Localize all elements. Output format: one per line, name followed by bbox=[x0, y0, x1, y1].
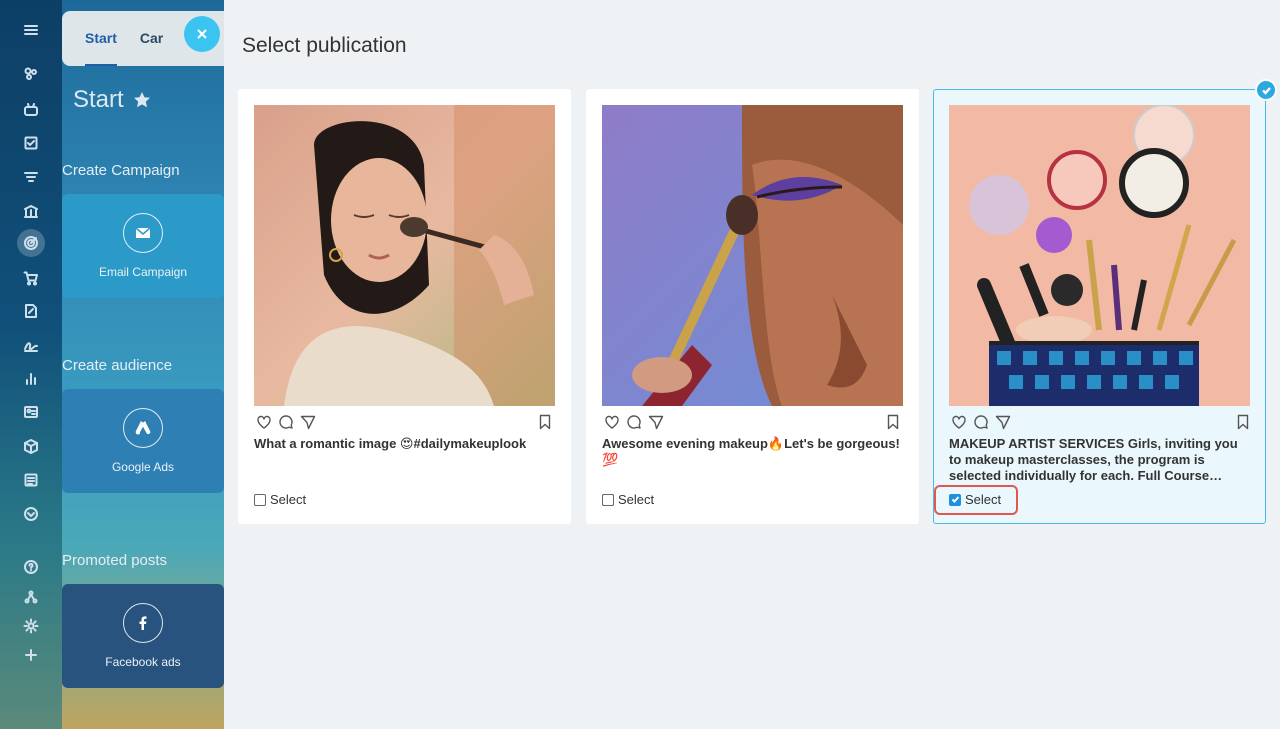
bookmark-icon[interactable] bbox=[537, 414, 553, 430]
comment-icon[interactable] bbox=[626, 414, 642, 430]
dashboard-icon[interactable] bbox=[17, 60, 45, 88]
target-icon[interactable] bbox=[17, 229, 45, 257]
edit-doc-icon[interactable] bbox=[17, 297, 45, 325]
share-icon[interactable] bbox=[995, 414, 1011, 430]
post-actions bbox=[950, 414, 1251, 432]
post-image bbox=[254, 105, 555, 406]
tab-start[interactable]: Start bbox=[62, 11, 117, 66]
post-image bbox=[602, 105, 903, 406]
facebook-icon-circle bbox=[123, 603, 163, 643]
add-icon[interactable] bbox=[17, 641, 45, 669]
bookmark-icon[interactable] bbox=[885, 414, 901, 430]
tasks-icon[interactable] bbox=[17, 129, 45, 157]
heart-icon[interactable] bbox=[951, 414, 967, 430]
left-navigation-rail bbox=[0, 0, 62, 729]
google-ads-icon bbox=[135, 421, 151, 435]
post-caption: MAKEUP ARTIST SERVICES Girls, inviting y… bbox=[949, 436, 1238, 483]
post-image bbox=[949, 105, 1250, 406]
comment-icon[interactable] bbox=[973, 414, 989, 430]
section-label-campaign: Create Campaign bbox=[62, 162, 180, 179]
network-icon[interactable] bbox=[17, 583, 45, 611]
heart-icon[interactable] bbox=[256, 414, 272, 430]
post-actions bbox=[602, 414, 903, 432]
publication-card[interactable]: Awesome evening makeup🔥Let's be gorgeous… bbox=[586, 89, 919, 524]
google-ads-icon-circle bbox=[123, 408, 163, 448]
tile-label: Email Campaign bbox=[98, 265, 188, 279]
post-caption: What a romantic image 😍#dailymakeuplook bbox=[254, 436, 527, 451]
check-icon bbox=[1261, 86, 1271, 95]
settings-icon[interactable] bbox=[17, 612, 45, 640]
box-icon[interactable] bbox=[17, 432, 45, 460]
share-icon[interactable] bbox=[648, 414, 664, 430]
checklist-icon[interactable] bbox=[17, 466, 45, 494]
contact-card-icon[interactable] bbox=[17, 398, 45, 426]
more-icon[interactable] bbox=[17, 500, 45, 528]
cart-icon[interactable] bbox=[17, 264, 45, 292]
email-campaign-tile[interactable]: Email Campaign bbox=[62, 194, 224, 298]
post-actions bbox=[254, 414, 555, 432]
facebook-icon bbox=[139, 616, 147, 630]
page-title: Start bbox=[73, 86, 152, 114]
publication-card[interactable]: What a romantic image 😍#dailymakeuplook … bbox=[238, 89, 571, 524]
select-checkbox[interactable]: Select bbox=[254, 492, 306, 507]
bot-icon[interactable] bbox=[17, 95, 45, 123]
tile-label: Google Ads bbox=[111, 460, 175, 474]
google-ads-tile[interactable]: Google Ads bbox=[62, 389, 224, 493]
close-button[interactable] bbox=[184, 16, 220, 52]
filter-icon[interactable] bbox=[17, 163, 45, 191]
page-title-text: Start bbox=[73, 86, 124, 113]
tab-campaigns[interactable]: Car bbox=[117, 11, 163, 66]
section-label-promoted: Promoted posts bbox=[62, 552, 168, 569]
select-label: Select bbox=[270, 492, 307, 507]
publication-card-selected[interactable]: MAKEUP ARTIST SERVICES Girls, inviting y… bbox=[933, 89, 1266, 524]
select-publication-panel: Select publication What a romantic image… bbox=[224, 0, 1280, 729]
selection-highlight bbox=[934, 485, 1018, 515]
page-title: Select publication bbox=[242, 34, 407, 57]
facebook-ads-tile[interactable]: Facebook ads bbox=[62, 584, 224, 688]
menu-icon[interactable] bbox=[17, 16, 45, 44]
share-icon[interactable] bbox=[300, 414, 316, 430]
post-caption: Awesome evening makeup🔥Let's be gorgeous… bbox=[602, 436, 900, 467]
close-icon bbox=[197, 29, 207, 39]
start-panel: Start Car Start Create Campaign Email Ca… bbox=[62, 0, 224, 729]
comment-icon[interactable] bbox=[278, 414, 294, 430]
selected-check-badge bbox=[1255, 79, 1277, 101]
email-icon bbox=[135, 227, 151, 238]
tile-label: Facebook ads bbox=[105, 655, 181, 669]
select-label: Select bbox=[618, 492, 655, 507]
star-icon[interactable] bbox=[132, 90, 152, 110]
heart-icon[interactable] bbox=[604, 414, 620, 430]
chart-icon[interactable] bbox=[17, 365, 45, 393]
email-icon-circle bbox=[123, 213, 163, 253]
select-checkbox[interactable]: Select bbox=[602, 492, 654, 507]
section-label-audience: Create audience bbox=[62, 357, 173, 374]
checkbox[interactable] bbox=[254, 493, 266, 506]
checkbox[interactable] bbox=[602, 493, 614, 506]
help-icon[interactable] bbox=[17, 553, 45, 581]
bookmark-icon[interactable] bbox=[1235, 414, 1251, 430]
signature-icon[interactable] bbox=[17, 331, 45, 359]
bank-icon[interactable] bbox=[17, 197, 45, 225]
